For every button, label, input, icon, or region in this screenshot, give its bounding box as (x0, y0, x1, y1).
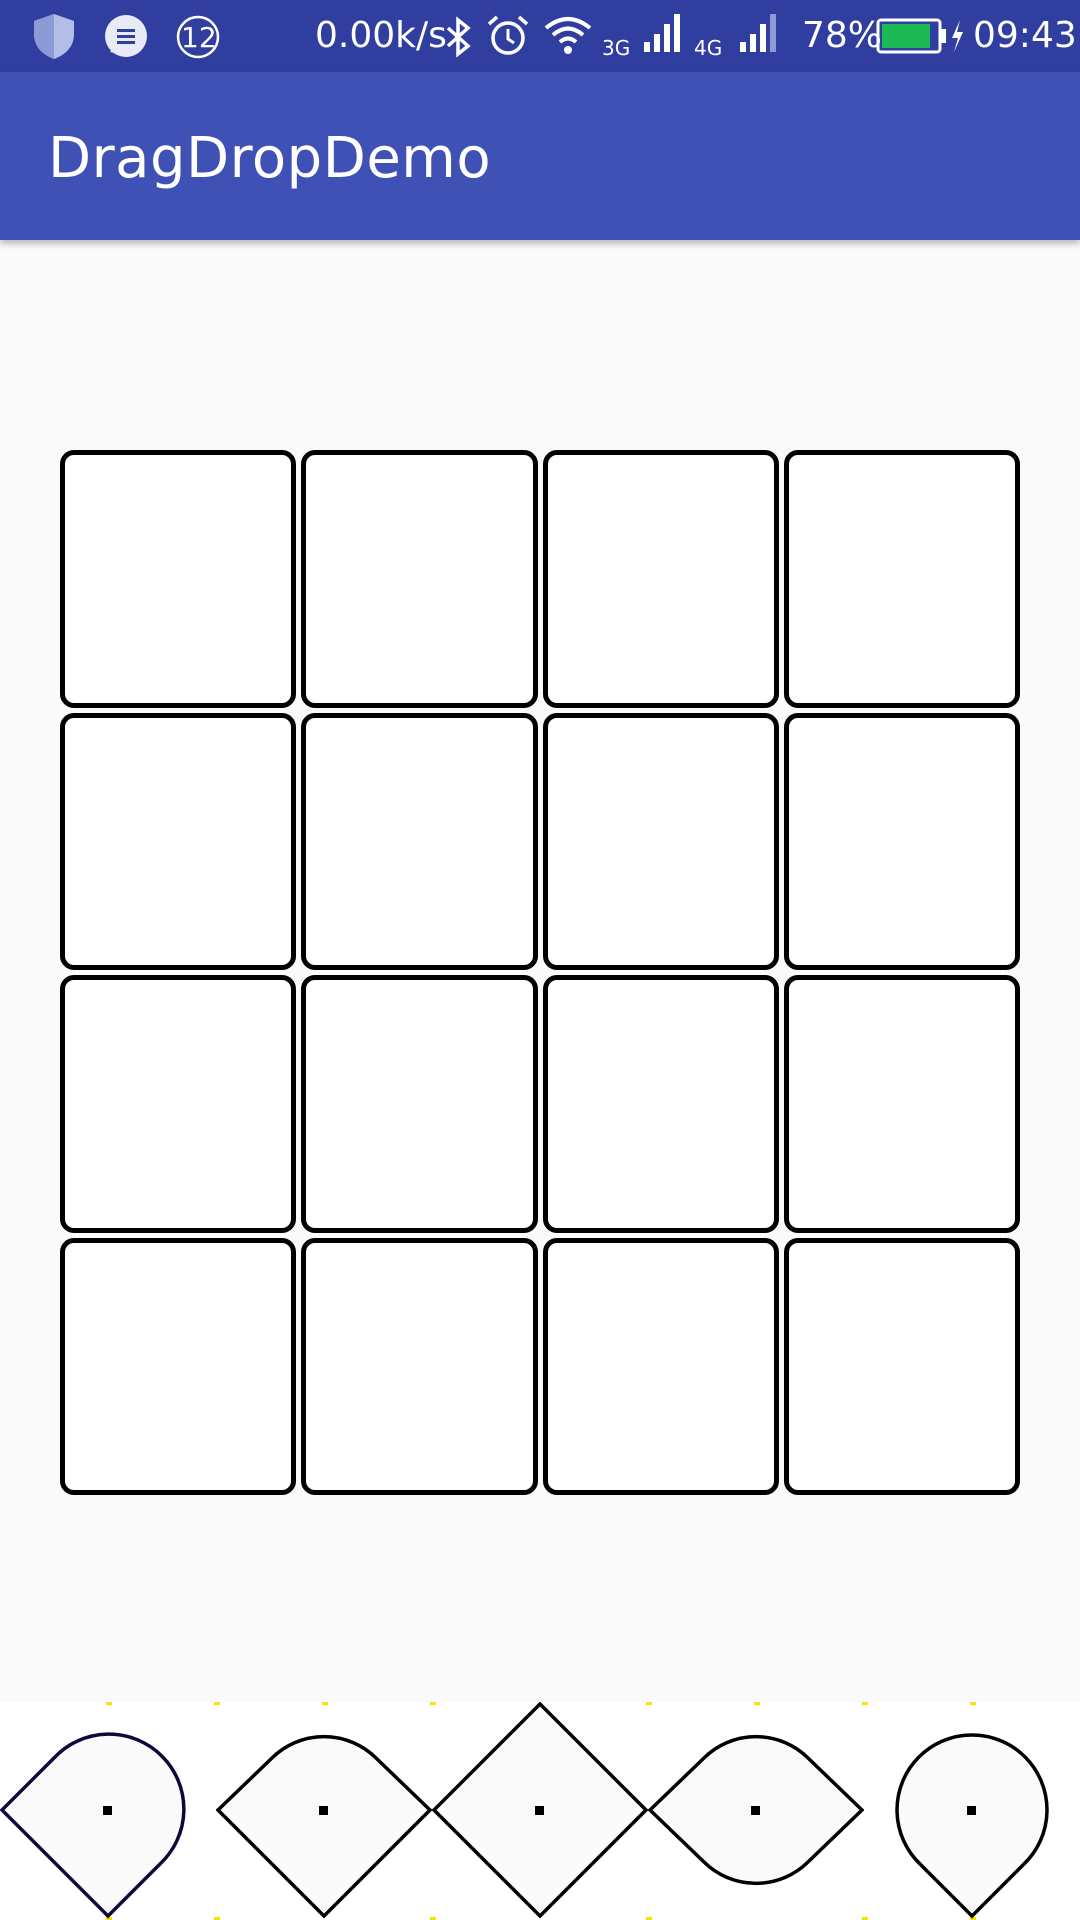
draggable-piece-3[interactable] (432, 1702, 648, 1920)
grid-cell-4-4[interactable] (783, 1237, 1020, 1495)
battery-icon (876, 18, 946, 54)
grid-cell-2-1[interactable] (60, 712, 297, 970)
network-3g-label: 3G (602, 36, 631, 60)
grid-cell-2-3[interactable] (542, 712, 779, 970)
grid-cell-1-1[interactable] (60, 450, 297, 708)
signal-strength-icon (644, 14, 680, 52)
grid-cell-3-2[interactable] (301, 975, 538, 1233)
signal-strength-secondary-icon (740, 14, 776, 52)
draggable-piece-4[interactable] (648, 1702, 864, 1920)
draggable-piece-1[interactable] (0, 1702, 216, 1920)
grid-cell-3-4[interactable] (783, 975, 1020, 1233)
status-bar: 12 0.00k/s 3G 4G 78% 09:43 (0, 0, 1080, 72)
eye-piece-icon (648, 1734, 864, 1886)
message-icon (105, 15, 147, 57)
teardrop-down-piece-icon (895, 1733, 1049, 1919)
notification-count: 12 (181, 21, 217, 54)
app-title: DragDropDemo (48, 126, 492, 191)
grid-cell-1-4[interactable] (783, 450, 1020, 708)
grid-cell-3-1[interactable] (60, 975, 297, 1233)
draggable-piece-5[interactable] (864, 1702, 1080, 1920)
clock: 09:43 (973, 15, 1077, 56)
app-bar: DragDropDemo (0, 72, 1080, 240)
diamond-piece-icon (432, 1702, 648, 1919)
grid-cell-4-1[interactable] (60, 1237, 297, 1495)
wifi-icon (544, 17, 592, 54)
network-speed: 0.00k/s (315, 15, 447, 56)
teardrop-piece-icon (0, 1732, 186, 1919)
grid-cell-3-3[interactable] (542, 975, 779, 1233)
leaf-piece-icon (216, 1734, 432, 1919)
grid-cell-2-2[interactable] (301, 712, 538, 970)
drop-grid (60, 450, 1020, 1495)
alarm-icon (487, 15, 529, 55)
battery-percent: 78% (802, 15, 883, 56)
shield-icon (34, 14, 74, 59)
piece-tray (0, 1702, 1080, 1920)
bluetooth-icon (446, 16, 471, 58)
network-4g-label: 4G (694, 36, 723, 60)
grid-cell-4-3[interactable] (542, 1237, 779, 1495)
grid-cell-1-2[interactable] (301, 450, 538, 708)
charging-icon (952, 20, 963, 52)
grid-cell-2-4[interactable] (783, 712, 1020, 970)
grid-cell-4-2[interactable] (301, 1237, 538, 1495)
draggable-piece-2[interactable] (216, 1702, 432, 1920)
grid-cell-1-3[interactable] (542, 450, 779, 708)
